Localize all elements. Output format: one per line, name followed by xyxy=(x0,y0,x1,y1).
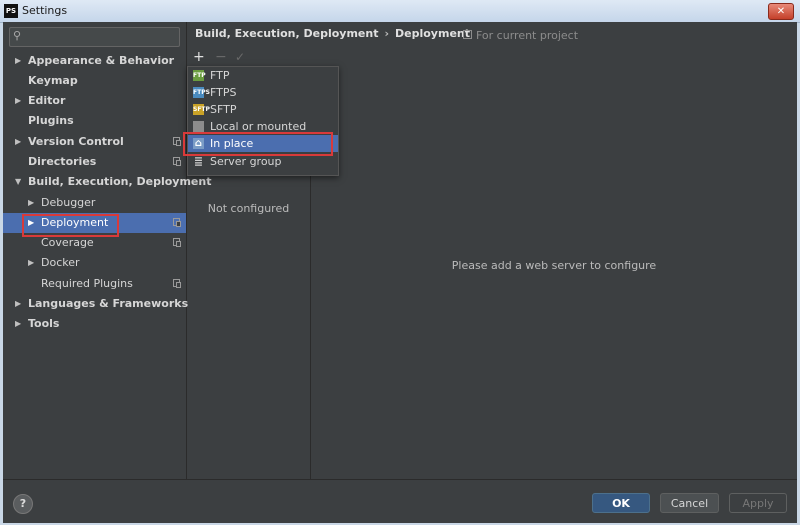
remove-server-button[interactable]: − xyxy=(215,50,227,64)
add-server-button[interactable]: + xyxy=(193,50,205,64)
sidebar-item-languages-frameworks[interactable]: ▶ Languages & Frameworks xyxy=(3,294,188,314)
breadcrumb-separator-icon: › xyxy=(384,27,390,40)
settings-sidebar: ⚲ ▶ Appearance & Behavior Keymap ▶ Edito… xyxy=(3,22,211,479)
search-icon: ⚲ xyxy=(13,29,22,42)
project-scope-icon xyxy=(173,157,181,166)
menu-item-ftps[interactable]: FTPS FTPS xyxy=(188,84,338,101)
breadcrumb-parent[interactable]: Build, Execution, Deployment xyxy=(195,27,378,40)
sidebar-item-tools[interactable]: ▶ Tools xyxy=(3,314,186,334)
breadcrumb: Build, Execution, Deployment › Deployment xyxy=(195,27,470,40)
project-scope-icon xyxy=(173,218,181,227)
sftp-icon: SFTP xyxy=(193,104,210,115)
title-bar: PS Settings ✕ xyxy=(0,0,800,23)
close-button[interactable]: ✕ xyxy=(768,3,794,20)
sidebar-item-docker[interactable]: ▶ Docker xyxy=(3,253,186,273)
scope-label: For current project xyxy=(463,29,578,42)
sidebar-item-build-execution-deployment[interactable]: ▼ Build, Execution, Deployment xyxy=(3,172,211,192)
sidebar-item-required-plugins[interactable]: Required Plugins xyxy=(3,274,186,294)
expand-arrow-icon[interactable]: ▶ xyxy=(15,51,21,71)
sidebar-item-plugins[interactable]: Plugins xyxy=(3,111,186,131)
sidebar-item-editor[interactable]: ▶ Editor xyxy=(3,91,186,111)
project-scope-icon xyxy=(173,279,181,288)
menu-item-ftp[interactable]: FTP FTP xyxy=(188,67,338,84)
dialog-footer: ? OK Cancel Apply xyxy=(3,479,797,523)
apply-button[interactable]: Apply xyxy=(729,493,787,513)
ftps-icon: FTPS xyxy=(193,87,210,98)
ok-button[interactable]: OK xyxy=(592,493,650,513)
project-scope-icon xyxy=(173,238,181,247)
sidebar-item-debugger[interactable]: ▶ Debugger xyxy=(3,193,186,213)
collapse-arrow-icon[interactable]: ▼ xyxy=(15,172,21,192)
cancel-button[interactable]: Cancel xyxy=(660,493,719,513)
expand-arrow-icon[interactable]: ▶ xyxy=(28,193,34,213)
settings-window: PS Settings ✕ ⚲ ▶ Appearance & Behavior … xyxy=(0,0,800,525)
ftp-icon: FTP xyxy=(193,70,206,81)
expand-arrow-icon[interactable]: ▶ xyxy=(15,314,21,334)
expand-arrow-icon[interactable]: ▶ xyxy=(15,91,21,111)
configuration-area: Please add a web server to configure xyxy=(311,66,797,479)
help-button[interactable]: ? xyxy=(13,494,33,514)
window-title: Settings xyxy=(22,4,68,17)
annotation-highlight-deployment xyxy=(22,214,119,237)
expand-arrow-icon[interactable]: ▶ xyxy=(28,253,34,273)
add-server-menu: FTP FTP FTPS FTPS SFTP SFTP Local or mou… xyxy=(187,66,339,176)
project-scope-icon xyxy=(173,137,181,146)
search-input[interactable]: ⚲ xyxy=(9,27,180,47)
phpstorm-logo-icon: PS xyxy=(4,4,18,18)
scope-label-text: For current project xyxy=(476,29,579,42)
server-list-empty-text: Not configured xyxy=(207,202,290,215)
expand-arrow-icon[interactable]: ▶ xyxy=(15,132,21,152)
server-group-icon: ≣ xyxy=(193,155,204,168)
sidebar-item-appearance[interactable]: ▶ Appearance & Behavior xyxy=(3,51,186,71)
settings-content: ⚲ ▶ Appearance & Behavior Keymap ▶ Edito… xyxy=(3,22,797,523)
expand-arrow-icon[interactable]: ▶ xyxy=(15,294,21,314)
configuration-empty-message: Please add a web server to configure xyxy=(451,259,657,272)
menu-item-sftp[interactable]: SFTP SFTP xyxy=(188,101,338,118)
sidebar-item-directories[interactable]: Directories xyxy=(3,152,186,172)
sidebar-item-keymap[interactable]: Keymap xyxy=(3,71,186,91)
annotation-highlight-in-place xyxy=(183,132,333,156)
set-default-button[interactable]: ✓ xyxy=(235,50,245,64)
sidebar-item-version-control[interactable]: ▶ Version Control xyxy=(3,132,186,152)
folder-icon xyxy=(193,121,204,132)
breadcrumb-current: Deployment xyxy=(395,27,470,40)
project-scope-icon xyxy=(463,30,472,39)
